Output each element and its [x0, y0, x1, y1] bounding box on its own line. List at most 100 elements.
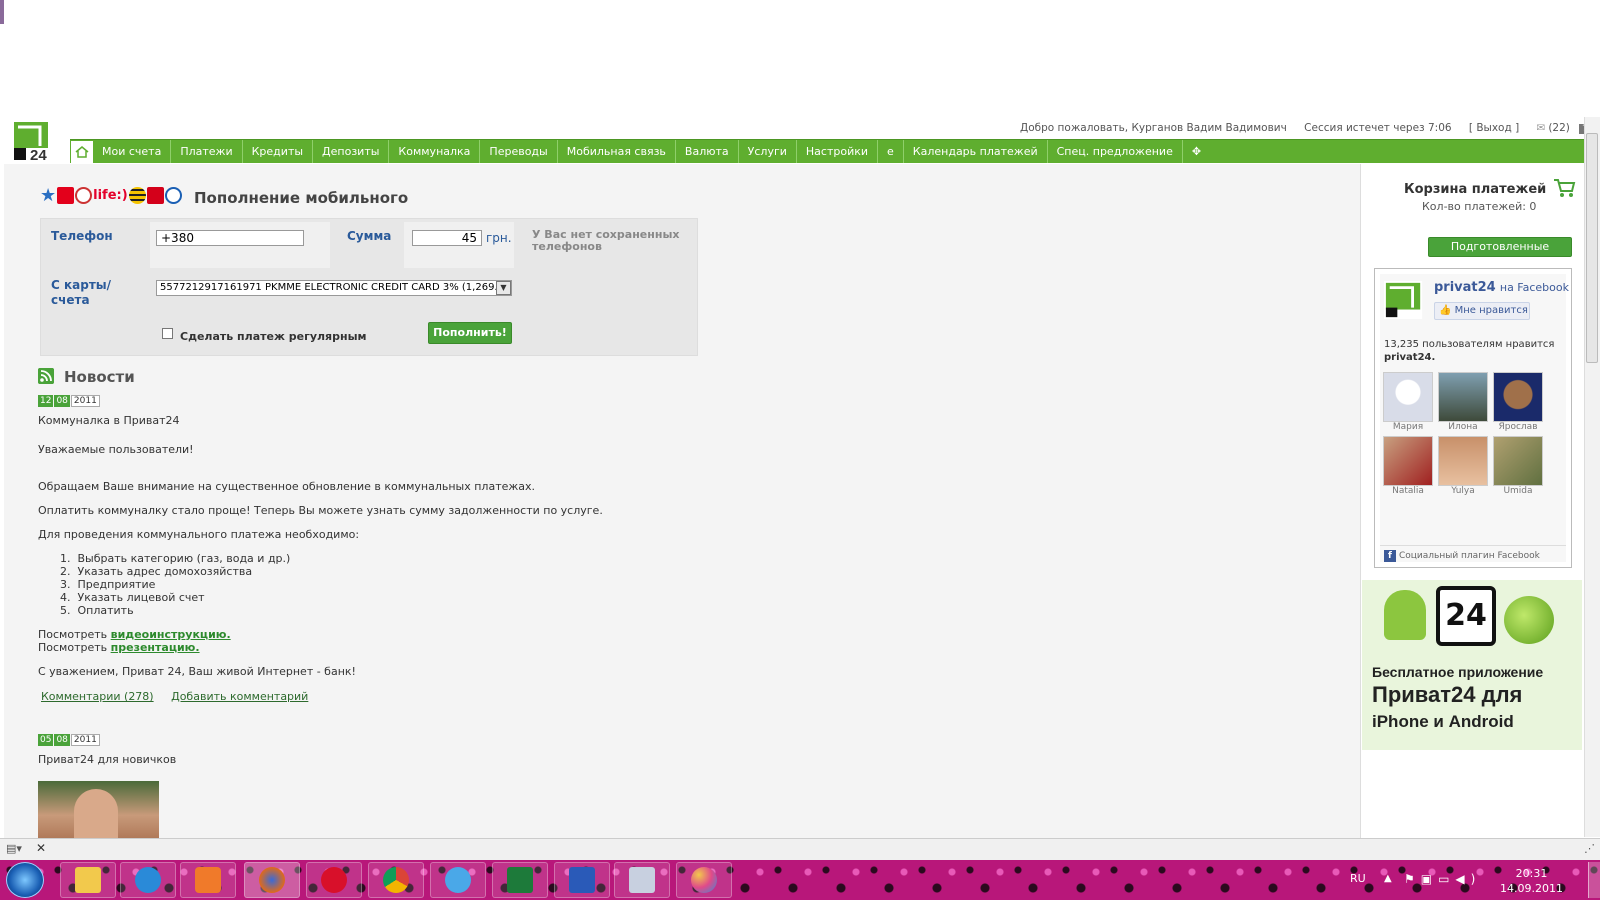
rss-icon[interactable] [38, 368, 54, 384]
taskbar-opera[interactable] [306, 862, 362, 898]
card-label: С карты/счета [51, 278, 112, 307]
fb-friend[interactable]: Ярослав [1493, 372, 1543, 432]
browser-status-bar: ▤▾ ✕ ⋰ [0, 838, 1600, 860]
promo-line-2: Приват24 для [1372, 682, 1523, 707]
messages-count[interactable]: (22) [1548, 122, 1570, 134]
taskbar-paint[interactable] [676, 862, 732, 898]
scrollbar-thumb[interactable] [1586, 133, 1598, 363]
see-label: Посмотреть [38, 628, 108, 641]
taskbar-clock[interactable]: 20:31 14.09.2011 [1500, 866, 1563, 896]
phone-input[interactable]: +380 [156, 230, 304, 246]
app-promo-banner[interactable]: 24 Бесплатное приложение Приват24 для iP… [1362, 580, 1582, 750]
cart-icon[interactable] [1552, 176, 1576, 200]
nav-calendar[interactable]: Календарь платежей [904, 140, 1048, 163]
presentation-link[interactable]: презентацию. [111, 641, 200, 654]
fb-page-name[interactable]: privat24 [1434, 280, 1496, 295]
fb-on-facebook[interactable]: на Facebook [1500, 281, 1569, 294]
home-icon[interactable] [71, 141, 93, 163]
thumbs-up-icon: 👍 [1439, 305, 1452, 316]
djuice-operator-icon[interactable] [146, 187, 164, 204]
nav-services[interactable]: Услуги [739, 140, 797, 163]
logout-link[interactable]: [ Выход ] [1469, 122, 1519, 134]
taskbar-ie[interactable] [120, 862, 176, 898]
comments-link[interactable]: Комментарии (278) [41, 690, 154, 703]
card-select-value: 5577212917161971 PKMME ELECTRONIC CREDIT… [160, 282, 504, 293]
utel-operator-icon[interactable] [75, 187, 93, 204]
news-date-1: 12 08 2011 [38, 395, 100, 407]
fb-friend[interactable]: Umida [1493, 436, 1543, 496]
regular-payment-checkbox[interactable] [162, 328, 173, 339]
app-badge: 24 [1436, 586, 1496, 646]
tray-arrow-icon[interactable]: ▲ [1384, 873, 1392, 884]
intertelecom-operator-icon[interactable] [164, 187, 182, 204]
fb-plugin-footer: f Социальный плагин Facebook [1380, 545, 1566, 562]
sum-label: Сумма [347, 229, 392, 243]
tray-icons[interactable]: ⚑▣▭◀) [1404, 872, 1481, 886]
taskbar-word[interactable] [554, 862, 610, 898]
taskbar-explorer[interactable] [60, 862, 116, 898]
fb-like-button[interactable]: 👍 Мне нравится [1434, 302, 1530, 320]
taskbar-excel[interactable] [492, 862, 548, 898]
nav-currency[interactable]: Валюта [676, 140, 739, 163]
news-video-line: Посмотреть видеоинструкцию. [38, 628, 231, 641]
no-saved-phones: У Вас нет сохраненных телефонов [532, 228, 680, 253]
beeline-operator-icon[interactable] [128, 187, 146, 204]
nav-mobile[interactable]: Мобильная связь [558, 140, 676, 163]
nav-more-icon[interactable]: ✥ [1183, 140, 1210, 163]
close-icon[interactable]: ✕ [36, 841, 46, 855]
privat24-fb-logo-icon[interactable] [1384, 280, 1424, 320]
card-select[interactable]: 5577212917161971 PKMME ELECTRONIC CREDIT… [156, 280, 512, 296]
taskbar-firefox[interactable] [244, 862, 300, 898]
news-headline-1[interactable]: Коммуналка в Приват24 [38, 414, 180, 427]
android-robot-icon [1384, 590, 1426, 640]
browser-blank-area [0, 0, 1600, 117]
add-comment-link[interactable]: Добавить комментарий [171, 690, 308, 703]
safari-icon [445, 867, 471, 893]
fb-friend[interactable]: Мария [1383, 372, 1433, 432]
opera-icon [321, 867, 347, 893]
news-date-year: 2011 [70, 395, 100, 407]
taskbar-media[interactable] [180, 862, 236, 898]
language-indicator[interactable]: RU [1350, 872, 1366, 885]
mts-operator-icon[interactable] [57, 187, 75, 204]
phone-label: Телефон [51, 229, 113, 243]
news-paragraph: Обращаем Ваше внимание на существенное о… [38, 480, 536, 493]
fb-plugin-label: Социальный плагин Facebook [1399, 551, 1540, 561]
taskbar-safari[interactable] [430, 862, 486, 898]
messages-icon[interactable]: ✉ [1537, 122, 1546, 134]
nav-my-accounts[interactable]: Мои счета [93, 140, 172, 163]
resize-grip-icon[interactable]: ⋰ [1584, 842, 1595, 855]
topup-submit-button[interactable]: Пополнить! [428, 322, 512, 344]
status-menu-icon[interactable]: ▤▾ [6, 842, 22, 855]
sum-input[interactable]: 45 [412, 230, 482, 246]
show-desktop-button[interactable] [1588, 862, 1600, 898]
nav-deposits[interactable]: Депозиты [313, 140, 390, 163]
privat24-logo-icon[interactable]: 24 [14, 122, 56, 162]
news-paragraph: Оплатить коммуналку стало проще! Теперь … [38, 504, 603, 517]
chevron-down-icon[interactable]: ▼ [496, 281, 511, 295]
nav-special-offer[interactable]: Спец. предложение [1048, 140, 1183, 163]
session-timer: Сессия истечет через 7:06 [1304, 122, 1452, 134]
star-operator-icon[interactable]: ★ [40, 187, 56, 205]
nav-credits[interactable]: Кредиты [243, 140, 314, 163]
video-instruction-link[interactable]: видеоинструкцию. [111, 628, 231, 641]
taskbar-calculator[interactable] [614, 862, 670, 898]
fb-friend[interactable]: Yulya [1438, 436, 1488, 496]
news-photo[interactable] [38, 781, 159, 838]
prepared-payments-button[interactable]: Подготовленные платежи [1428, 237, 1572, 271]
taskbar-chrome[interactable] [368, 862, 424, 898]
life-operator-icon[interactable]: life:) [93, 188, 128, 203]
nav-payments[interactable]: Платежи [171, 140, 243, 163]
nav-settings[interactable]: Настройки [797, 140, 879, 163]
news-headline-2[interactable]: Приват24 для новичков [38, 753, 176, 766]
nav-utilities[interactable]: Коммуналка [389, 140, 481, 163]
fb-friend[interactable]: Илона [1438, 372, 1488, 432]
start-button-icon[interactable] [6, 862, 44, 898]
paint-icon [691, 867, 717, 893]
news-steps-list: 1. Выбрать категорию (газ, вода и др.) 2… [60, 552, 290, 617]
window-corner [0, 0, 4, 24]
nav-e[interactable]: е [878, 140, 904, 163]
user-bar: Добро пожаловать, Курганов Вадим Вадимов… [1020, 122, 1600, 134]
nav-transfers[interactable]: Переводы [480, 140, 558, 163]
fb-friend[interactable]: Natalia [1383, 436, 1433, 496]
